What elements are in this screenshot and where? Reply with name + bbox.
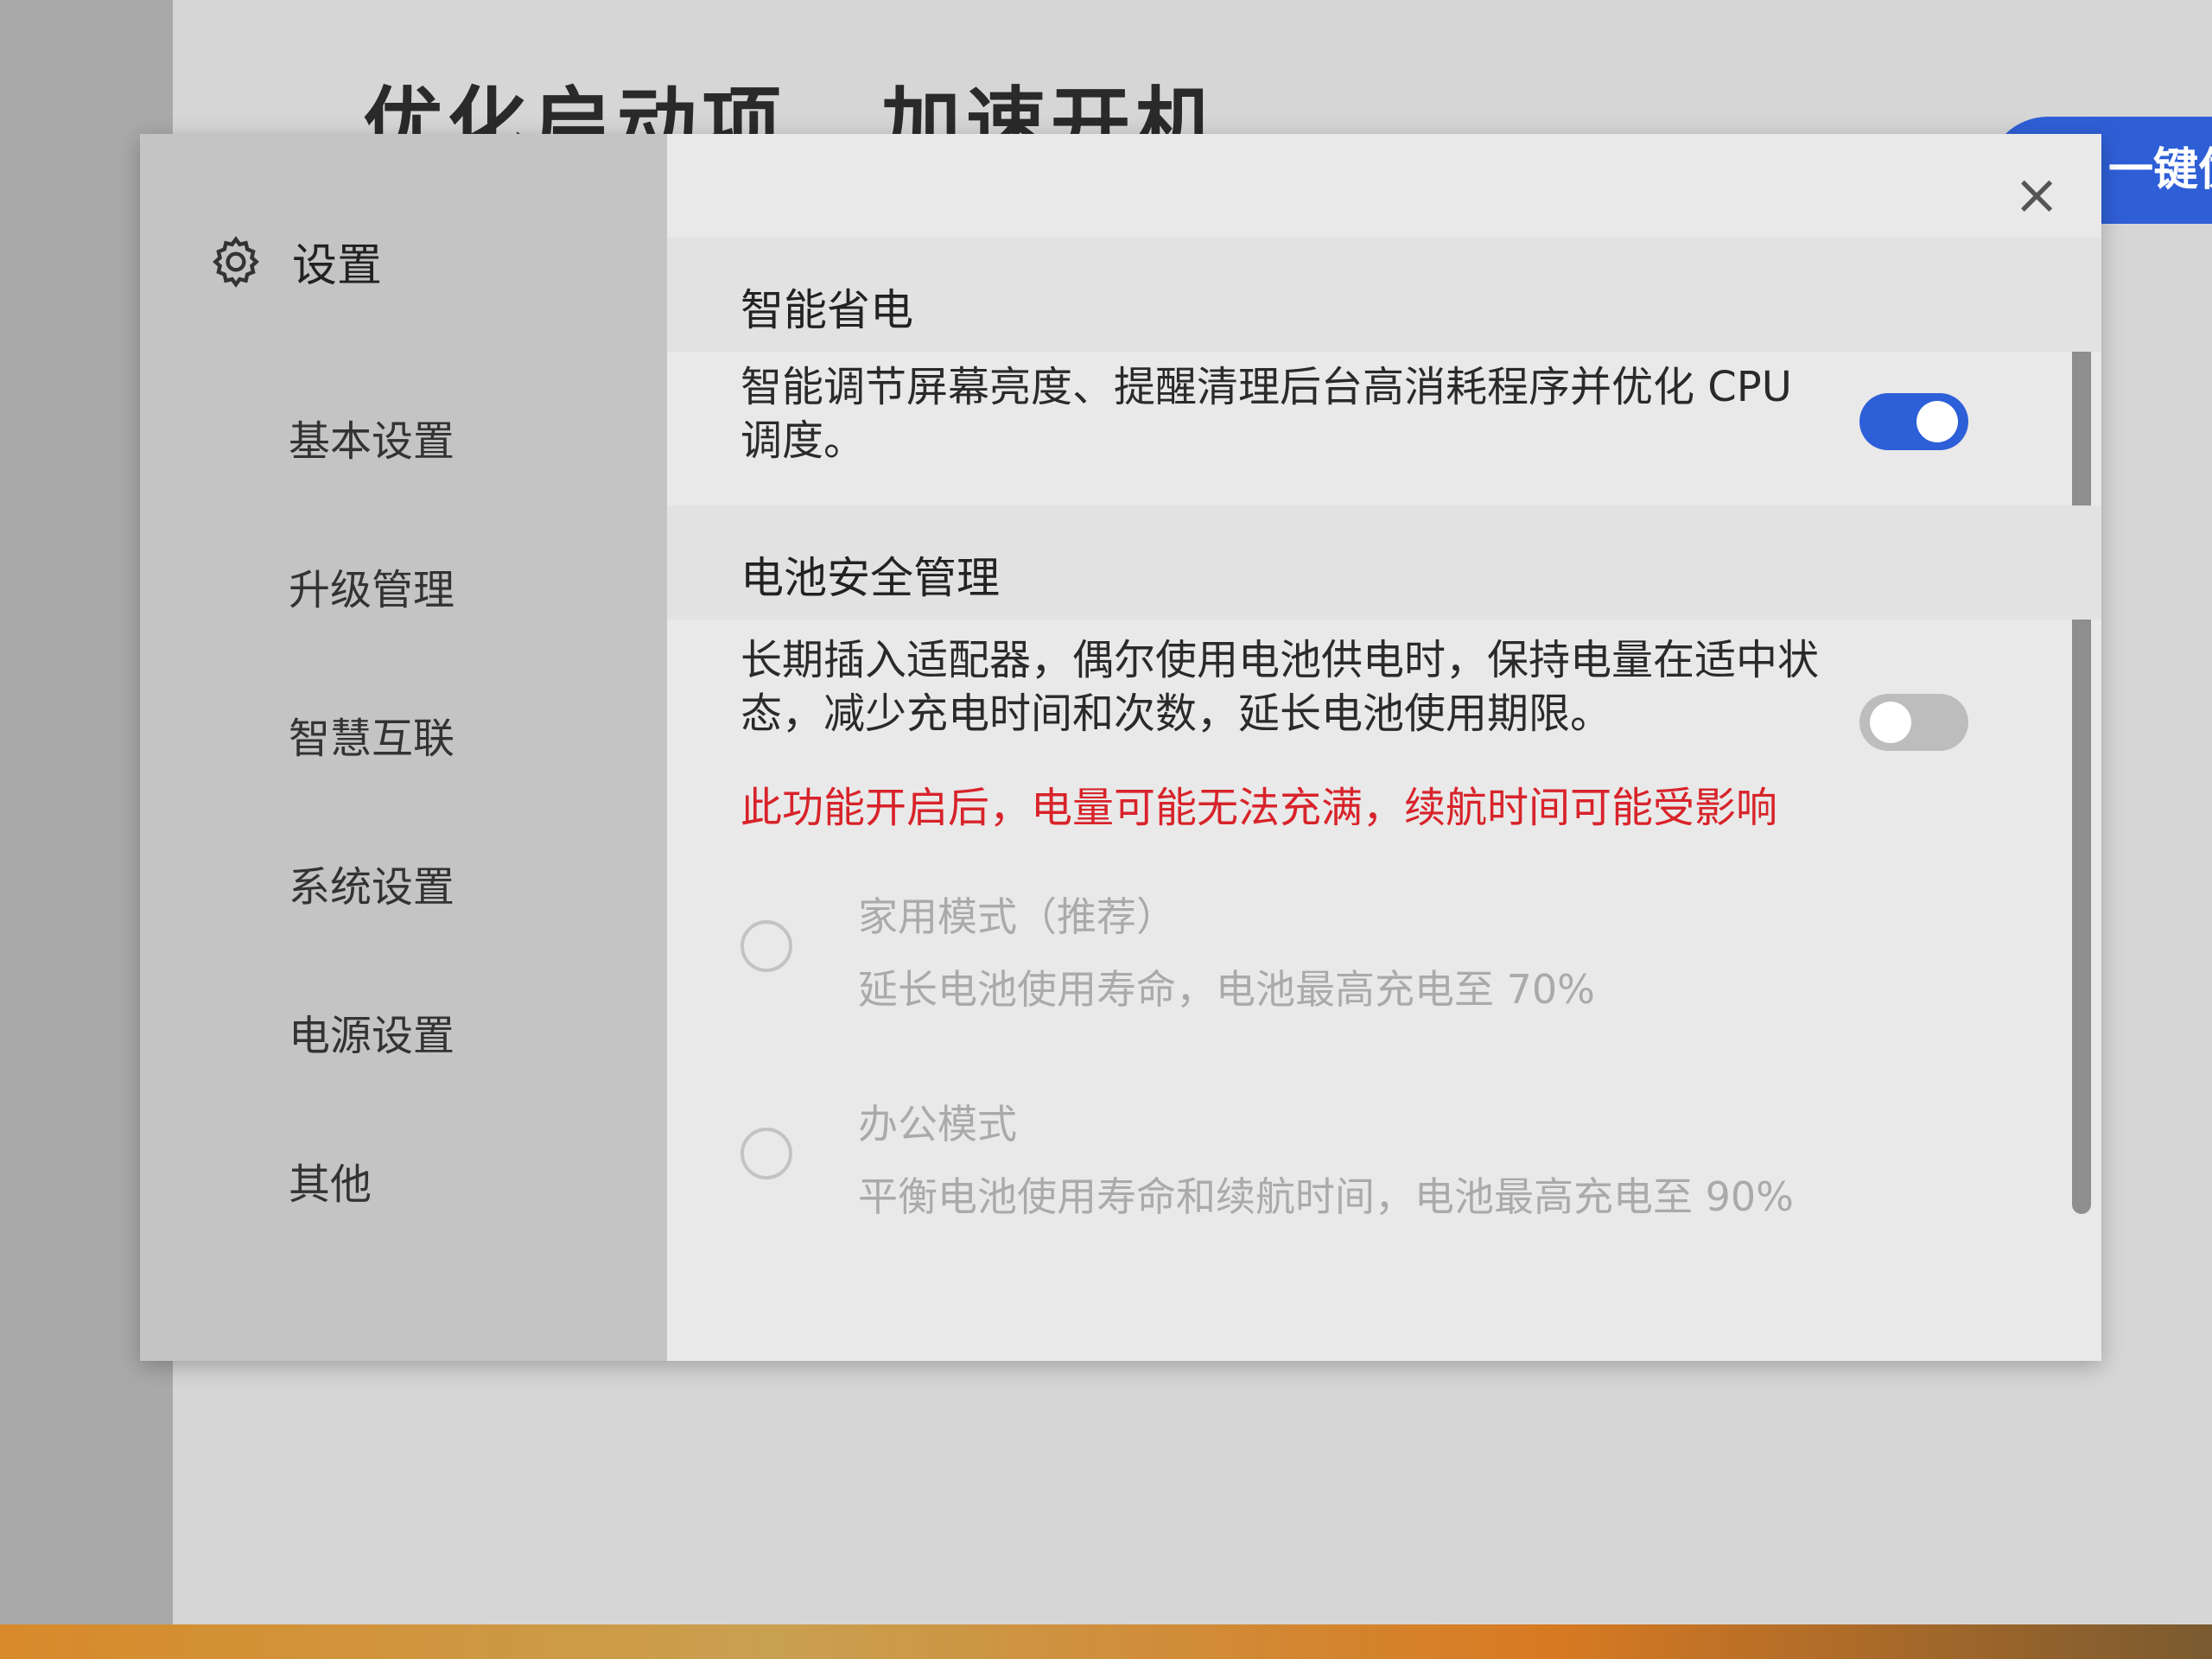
settings-title: 设置 [292, 240, 383, 292]
close-icon[interactable]: × [2006, 165, 2067, 226]
section-header-bg: 电池安全管理 [667, 505, 2101, 620]
gear-icon [213, 235, 259, 288]
settings-sidebar: 设置 基本设置 升级管理 智慧互联 系统设置 电源设置 其他 [140, 134, 667, 1361]
nav-item-other[interactable]: 其他 [289, 1154, 454, 1302]
section-header-bg: 智能省电 [667, 238, 2101, 352]
office-mode-radio[interactable] [741, 1128, 792, 1179]
smart-power-title: 智能省电 [741, 285, 913, 335]
nav-item-power[interactable]: 电源设置 [289, 1005, 454, 1154]
home-mode-title: 家用模式（推荐） [858, 893, 1176, 940]
smart-power-toggle[interactable] [1859, 393, 1968, 450]
battery-warning: 此功能开启后，电量可能无法充满，续航时间可能受影响 [741, 784, 1778, 832]
sidebar-header: 设置 [207, 229, 382, 294]
toggle-knob [1916, 401, 1958, 442]
nav-item-basic[interactable]: 基本设置 [289, 410, 454, 559]
settings-dialog: 设置 基本设置 升级管理 智慧互联 系统设置 电源设置 其他 × 智能省电 智能… [140, 134, 2101, 1361]
nav-item-smart-connect[interactable]: 智慧互联 [289, 708, 454, 856]
nav-item-system[interactable]: 系统设置 [289, 856, 454, 1005]
settings-content: × 智能省电 智能调节屏幕亮度、提醒清理后台高消耗程序并优化 CPU 调度。 电… [667, 134, 2101, 1361]
nav-item-upgrade[interactable]: 升级管理 [289, 559, 454, 708]
office-mode-description: 平衡电池使用寿命和续航时间，电池最高充电至 90% [858, 1173, 1794, 1220]
smart-power-description: 智能调节屏幕亮度、提醒清理后台高消耗程序并优化 CPU 调度。 [741, 363, 1792, 465]
battery-title: 电池安全管理 [741, 553, 1000, 603]
content-scrollbar[interactable] [2072, 246, 2091, 1214]
home-mode-description: 延长电池使用寿命，电池最高充电至 70% [858, 966, 1595, 1013]
toggle-knob [1870, 702, 1911, 743]
home-mode-radio[interactable] [741, 920, 792, 972]
office-mode-title: 办公模式 [858, 1101, 1017, 1147]
option-home-mode[interactable]: 家用模式（推荐） 延长电池使用寿命，电池最高充电至 70% [741, 886, 1864, 1058]
battery-section-header: 电池安全管理 [667, 505, 2101, 620]
battery-description: 长期插入适配器，偶尔使用电池供电时，保持电量在适中状态，减少充电时间和次数，延长… [741, 636, 1820, 738]
settings-nav: 基本设置 升级管理 智慧互联 系统设置 电源设置 其他 [289, 410, 454, 1302]
option-office-mode[interactable]: 办公模式 平衡电池使用寿命和续航时间，电池最高充电至 90% [741, 1093, 1864, 1266]
smart-power-section-header: 智能省电 [667, 238, 2101, 352]
battery-toggle[interactable] [1859, 694, 1968, 751]
taskbar-edge [0, 1624, 2212, 1659]
